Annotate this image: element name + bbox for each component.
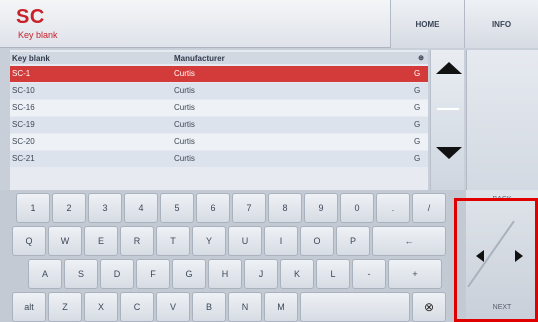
- key-z[interactable]: Z: [48, 292, 82, 322]
- page-subtitle: Key blank: [18, 30, 58, 40]
- cell-flag: G: [414, 103, 421, 112]
- key-v[interactable]: V: [156, 292, 190, 322]
- key-5[interactable]: 5: [160, 193, 194, 223]
- table-row[interactable]: SC-20 Curtis G: [10, 134, 428, 150]
- cell-manufacturer: Curtis: [174, 69, 195, 78]
- key-b[interactable]: B: [192, 292, 226, 322]
- cell-key: SC-1: [12, 69, 31, 78]
- key-y[interactable]: Y: [192, 226, 226, 256]
- table-row[interactable]: SC-16 Curtis G: [10, 100, 428, 116]
- key-x[interactable]: X: [84, 292, 118, 322]
- column-header-manufacturer: Manufacturer: [174, 52, 414, 64]
- key-2[interactable]: 2: [52, 193, 86, 223]
- key-9[interactable]: 9: [304, 193, 338, 223]
- key-e[interactable]: E: [84, 226, 118, 256]
- key-4[interactable]: 4: [124, 193, 158, 223]
- key-6[interactable]: 6: [196, 193, 230, 223]
- space-key[interactable]: [300, 292, 410, 322]
- table-row[interactable]: SC-10 Curtis G: [10, 83, 428, 99]
- key-n[interactable]: N: [228, 292, 262, 322]
- key-p[interactable]: P: [336, 226, 370, 256]
- cell-manufacturer: Curtis: [174, 86, 195, 95]
- key-m[interactable]: M: [264, 292, 298, 322]
- highlight-box: [454, 198, 538, 322]
- key-plus[interactable]: +: [388, 259, 442, 289]
- key-i[interactable]: I: [264, 226, 298, 256]
- key-t[interactable]: T: [156, 226, 190, 256]
- cell-flag: G: [414, 86, 421, 95]
- cell-flag: G: [414, 154, 421, 163]
- cell-key: SC-21: [12, 154, 35, 163]
- key-7[interactable]: 7: [232, 193, 266, 223]
- scroll-thumb[interactable]: [437, 108, 459, 110]
- key-period[interactable]: .: [376, 193, 410, 223]
- key-minus[interactable]: -: [352, 259, 386, 289]
- alt-key[interactable]: alt: [12, 292, 46, 322]
- cell-flag: G: [414, 137, 421, 146]
- table-row[interactable]: SC-19 Curtis G: [10, 117, 428, 133]
- key-a[interactable]: A: [28, 259, 62, 289]
- key-c[interactable]: C: [120, 292, 154, 322]
- cell-flag: G: [414, 69, 421, 78]
- key-h[interactable]: H: [208, 259, 242, 289]
- side-panel: [466, 50, 538, 190]
- key-d[interactable]: D: [100, 259, 134, 289]
- key-s[interactable]: S: [64, 259, 98, 289]
- table-row[interactable]: SC-1 Curtis G: [10, 66, 428, 82]
- home-button[interactable]: HOME: [390, 0, 464, 48]
- column-header-key-blank: Key blank: [10, 52, 174, 64]
- backspace-key[interactable]: ←: [372, 226, 446, 256]
- key-0[interactable]: 0: [340, 193, 374, 223]
- key-u[interactable]: U: [228, 226, 262, 256]
- cell-manufacturer: Curtis: [174, 137, 195, 146]
- page-title: SC: [16, 6, 45, 28]
- key-1[interactable]: 1: [16, 193, 50, 223]
- cell-key: SC-16: [12, 103, 35, 112]
- key-q[interactable]: Q: [12, 226, 46, 256]
- table-row[interactable]: SC-21 Curtis G: [10, 151, 428, 167]
- key-8[interactable]: 8: [268, 193, 302, 223]
- cell-key: SC-19: [12, 120, 35, 129]
- key-w[interactable]: W: [48, 226, 82, 256]
- scroll-up-icon[interactable]: [436, 62, 462, 74]
- key-f[interactable]: F: [136, 259, 170, 289]
- cell-manufacturer: Curtis: [174, 154, 195, 163]
- key-k[interactable]: K: [280, 259, 314, 289]
- key-l[interactable]: L: [316, 259, 350, 289]
- scroll-down-icon[interactable]: [436, 147, 462, 159]
- cell-key: SC-20: [12, 137, 35, 146]
- cell-flag: G: [414, 120, 421, 129]
- key-j[interactable]: J: [244, 259, 278, 289]
- key-3[interactable]: 3: [88, 193, 122, 223]
- cell-manufacturer: Curtis: [174, 103, 195, 112]
- clear-icon[interactable]: ⊗: [412, 292, 446, 322]
- cell-manufacturer: Curtis: [174, 120, 195, 129]
- info-button[interactable]: INFO: [464, 0, 538, 48]
- key-slash[interactable]: /: [412, 193, 446, 223]
- column-header-flag: ⊕: [414, 52, 428, 64]
- key-r[interactable]: R: [120, 226, 154, 256]
- key-o[interactable]: O: [300, 226, 334, 256]
- key-g[interactable]: G: [172, 259, 206, 289]
- cell-key: SC-10: [12, 86, 35, 95]
